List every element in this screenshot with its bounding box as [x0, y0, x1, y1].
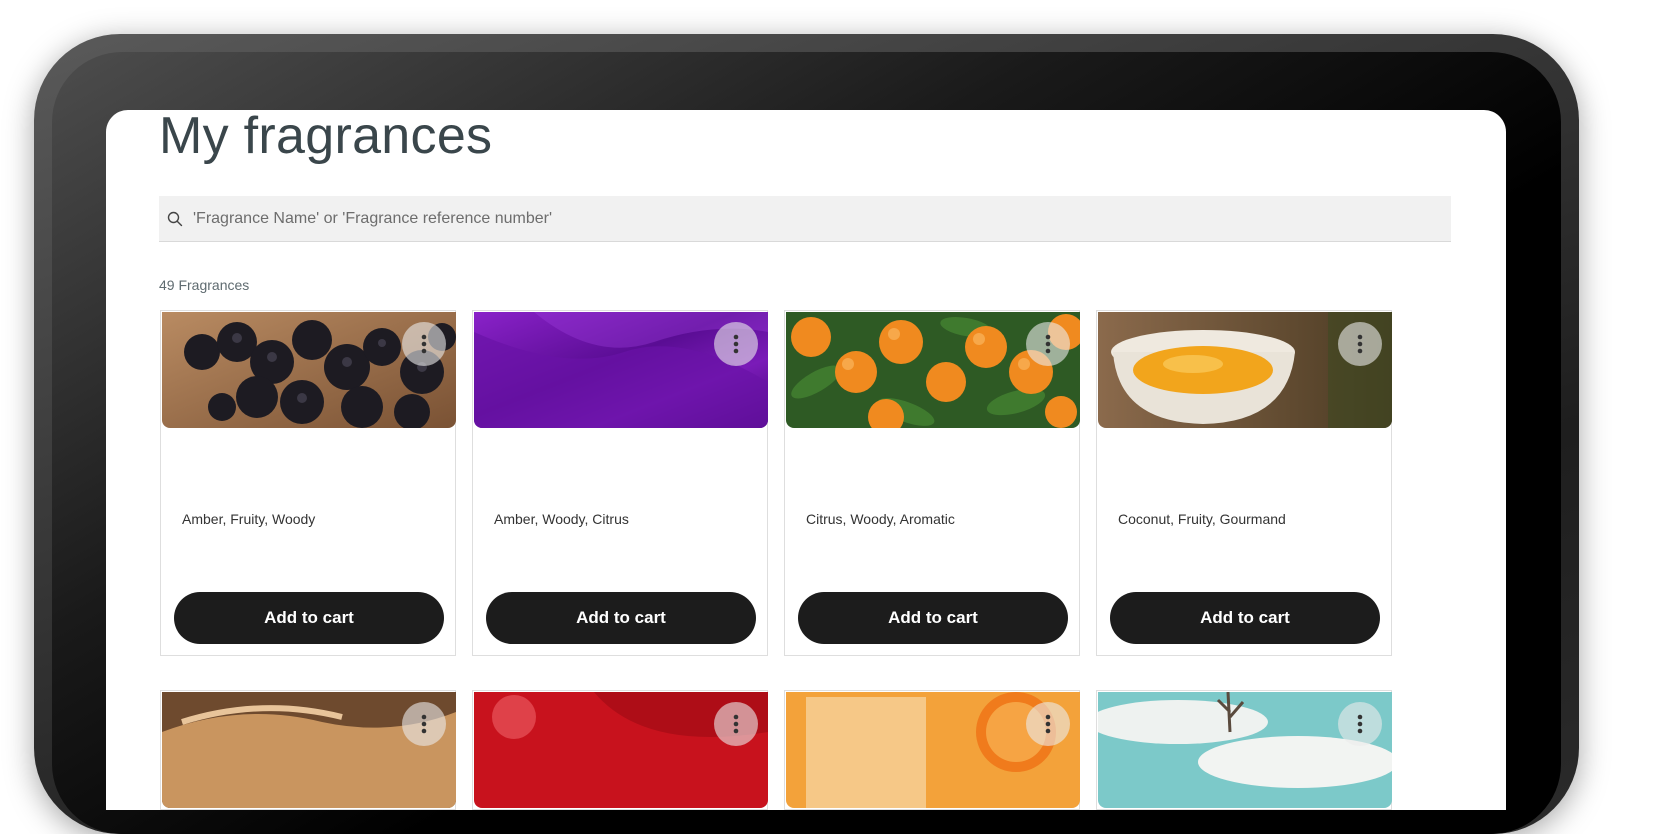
app-screen: My fragrances 49 Fragrances [106, 110, 1506, 810]
fragrance-image-orange-jam-bowl[interactable] [1098, 312, 1392, 428]
more-options-button[interactable] [1026, 702, 1070, 746]
add-to-cart-button[interactable]: Add to cart [486, 592, 756, 644]
fragrance-card[interactable]: Amber, Woody, Citrus Add to cart [472, 310, 768, 656]
fragrance-card[interactable] [472, 690, 768, 810]
fragrance-image-citrus-drink[interactable] [786, 692, 1080, 808]
search-icon [167, 211, 183, 226]
fragrance-image-pastry-strudel[interactable] [162, 692, 456, 808]
fragrance-card[interactable] [784, 690, 1080, 810]
more-vertical-icon [1045, 714, 1051, 734]
more-vertical-icon [421, 334, 427, 354]
fragrance-card[interactable]: Citrus, Woody, Aromatic Add to cart [784, 310, 1080, 656]
add-to-cart-button[interactable]: Add to cart [798, 592, 1068, 644]
fragrance-notes: Amber, Woody, Citrus [494, 511, 629, 527]
fragrance-notes: Amber, Fruity, Woody [182, 511, 316, 527]
more-options-button[interactable] [714, 322, 758, 366]
more-options-button[interactable] [714, 702, 758, 746]
fragrance-notes: Citrus, Woody, Aromatic [806, 511, 955, 527]
page-title: My fragrances [159, 110, 493, 165]
fragrance-image-blackberries[interactable] [162, 312, 456, 428]
fragrance-notes: Coconut, Fruity, Gourmand [1118, 511, 1286, 527]
add-to-cart-button[interactable]: Add to cart [174, 592, 444, 644]
add-to-cart-button[interactable]: Add to cart [1110, 592, 1380, 644]
more-options-button[interactable] [1026, 322, 1070, 366]
fragrance-card[interactable] [1096, 690, 1392, 810]
fragrance-image-oranges-on-tree[interactable] [786, 312, 1080, 428]
more-vertical-icon [421, 714, 427, 734]
more-vertical-icon [733, 714, 739, 734]
more-options-button[interactable] [402, 322, 446, 366]
more-options-button[interactable] [1338, 702, 1382, 746]
search-input[interactable] [191, 208, 1451, 229]
more-vertical-icon [1357, 714, 1363, 734]
search-bar[interactable] [159, 196, 1451, 242]
fragrance-count: 49 Fragrances [159, 277, 250, 293]
fragrance-image-red-fabric[interactable] [474, 692, 768, 808]
more-vertical-icon [733, 334, 739, 354]
fragrance-card[interactable]: Amber, Fruity, Woody Add to cart [160, 310, 456, 656]
fragrance-card[interactable]: Coconut, Fruity, Gourmand Add to cart [1096, 310, 1392, 656]
more-options-button[interactable] [402, 702, 446, 746]
more-options-button[interactable] [1338, 322, 1382, 366]
fragrance-image-white-terraces[interactable] [1098, 692, 1392, 808]
more-vertical-icon [1045, 334, 1051, 354]
fragrance-image-purple-velvet[interactable] [474, 312, 768, 428]
more-vertical-icon [1357, 334, 1363, 354]
fragrance-card[interactable] [160, 690, 456, 810]
